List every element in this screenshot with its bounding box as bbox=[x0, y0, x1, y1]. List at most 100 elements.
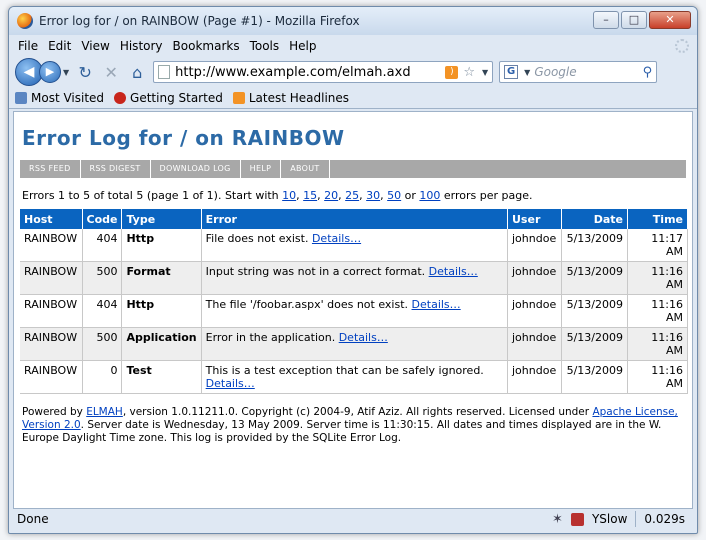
search-input[interactable]: Google bbox=[534, 65, 638, 79]
footer-text: Powered by bbox=[22, 406, 87, 418]
cell-date: 5/13/2009 bbox=[561, 360, 628, 394]
rss-feed-icon[interactable]: ) bbox=[445, 65, 459, 79]
details-link[interactable]: Details… bbox=[412, 298, 461, 311]
cell-date: 5/13/2009 bbox=[561, 261, 628, 295]
url-input[interactable]: http://www.example.com/elmah.axd bbox=[175, 65, 440, 80]
page-size-link-20[interactable]: 20 bbox=[324, 189, 338, 202]
cell-date: 5/13/2009 bbox=[561, 294, 628, 328]
cell-host: RAINBOW bbox=[20, 294, 83, 328]
history-dropdown-icon[interactable]: ▼ bbox=[63, 68, 69, 77]
search-bar[interactable]: G ▼ Google ⚲ bbox=[499, 61, 658, 83]
rss-digest-link[interactable]: RSS DIGEST bbox=[81, 160, 151, 178]
page-size-link-10[interactable]: 10 bbox=[282, 189, 296, 202]
page-size-link-100[interactable]: 100 bbox=[419, 189, 440, 202]
page-size-link-15[interactable]: 15 bbox=[303, 189, 317, 202]
navigation-toolbar: ◀ ▶ ▼ ↻ ✕ ⌂ http://www.example.com/elmah… bbox=[9, 57, 697, 87]
table-row: RAINBOW 404 Http The file '/foobar.aspx'… bbox=[20, 294, 688, 328]
menu-bookmarks[interactable]: Bookmarks bbox=[168, 39, 245, 53]
column-header-user: User bbox=[507, 209, 562, 229]
most-visited-icon bbox=[15, 91, 27, 104]
cell-code: 500 bbox=[82, 261, 123, 295]
cell-code: 404 bbox=[82, 229, 123, 262]
bookmark-star-icon[interactable]: ☆ bbox=[463, 65, 475, 80]
page-size-link-50[interactable]: 50 bbox=[387, 189, 401, 202]
cell-host: RAINBOW bbox=[20, 327, 83, 361]
engine-dropdown-icon[interactable]: ▼ bbox=[524, 68, 530, 77]
bookmarks-toolbar: Most Visited Getting Started Latest Head… bbox=[9, 87, 697, 109]
menu-file[interactable]: File bbox=[13, 39, 43, 53]
cell-user: johndoe bbox=[507, 294, 562, 328]
powered-by-footer: Powered by ELMAH, version 1.0.11211.0. C… bbox=[22, 406, 686, 445]
google-engine-icon[interactable]: G bbox=[504, 65, 519, 79]
table-row: RAINBOW 500 Format Input string was not … bbox=[20, 261, 688, 295]
stop-icon[interactable]: ✕ bbox=[101, 63, 121, 82]
search-icon[interactable]: ⚲ bbox=[643, 65, 653, 80]
status-bar: Done ✶ YSlow 0.029s bbox=[13, 509, 693, 529]
cell-type: Format bbox=[121, 261, 202, 295]
bookmark-latest-headlines[interactable]: Latest Headlines bbox=[232, 90, 350, 105]
window-title: Error log for / on RAINBOW (Page #1) - M… bbox=[39, 14, 360, 28]
addon-gear-icon[interactable]: ✶ bbox=[552, 512, 563, 527]
page-content[interactable]: Error Log for / on RAINBOW RSS FEED RSS … bbox=[13, 111, 693, 509]
help-link[interactable]: HELP bbox=[241, 160, 282, 178]
error-message: Input string was not in a correct format… bbox=[205, 265, 426, 278]
error-message: This is a test exception that can be saf… bbox=[205, 364, 484, 377]
bookmark-label: Getting Started bbox=[130, 90, 223, 105]
menu-history[interactable]: History bbox=[115, 39, 168, 53]
cell-time: 11:16 AM bbox=[627, 294, 688, 328]
page-size-link-30[interactable]: 30 bbox=[366, 189, 380, 202]
menu-view[interactable]: View bbox=[76, 39, 114, 53]
title-bar[interactable]: Error log for / on RAINBOW (Page #1) - M… bbox=[9, 7, 697, 35]
menu-edit[interactable]: Edit bbox=[43, 39, 76, 53]
page-title: Error Log for / on RAINBOW bbox=[22, 126, 345, 150]
cell-user: johndoe bbox=[507, 229, 562, 262]
url-bar[interactable]: http://www.example.com/elmah.axd ) ☆ ▼ bbox=[153, 61, 494, 83]
cell-host: RAINBOW bbox=[20, 229, 83, 262]
home-icon[interactable]: ⌂ bbox=[127, 63, 147, 82]
page-size-link-25[interactable]: 25 bbox=[345, 189, 359, 202]
status-right: ✶ YSlow 0.029s bbox=[552, 511, 693, 527]
url-dropdown-icon[interactable]: ▼ bbox=[482, 68, 488, 77]
download-log-link[interactable]: DOWNLOAD LOG bbox=[151, 160, 241, 178]
forward-button[interactable]: ▶ bbox=[39, 61, 61, 83]
cell-error: Error in the application. Details… bbox=[201, 327, 509, 361]
maximize-button[interactable]: □ bbox=[621, 11, 647, 29]
cell-host: RAINBOW bbox=[20, 360, 83, 394]
error-log-table: Host Code Type Error User Date Time RAIN… bbox=[20, 209, 688, 394]
cell-user: johndoe bbox=[507, 261, 562, 295]
elmah-link[interactable]: ELMAH bbox=[86, 406, 123, 418]
speed-bar: RSS FEED RSS DIGEST DOWNLOAD LOG HELP AB… bbox=[20, 160, 686, 178]
footer-text: . Server date is Wednesday, 13 May 2009.… bbox=[22, 419, 662, 444]
about-link[interactable]: ABOUT bbox=[281, 160, 330, 178]
bookmark-getting-started[interactable]: Getting Started bbox=[114, 91, 223, 105]
close-button[interactable]: ✕ bbox=[649, 11, 691, 29]
rss-feed-link[interactable]: RSS FEED bbox=[20, 160, 81, 178]
details-link[interactable]: Details… bbox=[312, 232, 361, 245]
cell-user: johndoe bbox=[507, 327, 562, 361]
table-row: RAINBOW 500 Application Error in the app… bbox=[20, 327, 688, 361]
status-text: Done bbox=[17, 512, 49, 526]
column-header-type: Type bbox=[121, 209, 202, 229]
cell-time: 11:16 AM bbox=[627, 261, 688, 295]
footer-text: , version 1.0.11211.0. Copyright (c) 200… bbox=[122, 406, 593, 418]
details-link[interactable]: Details… bbox=[339, 331, 388, 344]
details-link[interactable]: Details… bbox=[206, 377, 255, 390]
browser-window: Error log for / on RAINBOW (Page #1) - M… bbox=[8, 6, 698, 534]
error-message: Error in the application. bbox=[205, 331, 336, 344]
yslow-icon[interactable] bbox=[570, 512, 584, 526]
error-message: File does not exist. bbox=[205, 232, 309, 245]
errors-summary: Errors 1 to 5 of total 5 (page 1 of 1). … bbox=[22, 189, 686, 202]
reload-icon[interactable]: ↻ bbox=[75, 63, 95, 82]
yslow-label[interactable]: YSlow bbox=[592, 512, 627, 526]
window-controls: – □ ✕ bbox=[593, 11, 691, 29]
firefox-icon bbox=[17, 13, 33, 29]
menu-tools[interactable]: Tools bbox=[245, 39, 285, 53]
bookmark-label: Latest Headlines bbox=[248, 90, 350, 105]
cell-user: johndoe bbox=[507, 360, 562, 394]
bookmark-most-visited[interactable]: Most Visited bbox=[15, 91, 104, 105]
cell-time: 11:16 AM bbox=[627, 327, 688, 361]
menu-help[interactable]: Help bbox=[284, 39, 321, 53]
minimize-button[interactable]: – bbox=[593, 11, 619, 29]
details-link[interactable]: Details… bbox=[429, 265, 478, 278]
cell-error: The file '/foobar.aspx' does not exist. … bbox=[201, 294, 509, 328]
